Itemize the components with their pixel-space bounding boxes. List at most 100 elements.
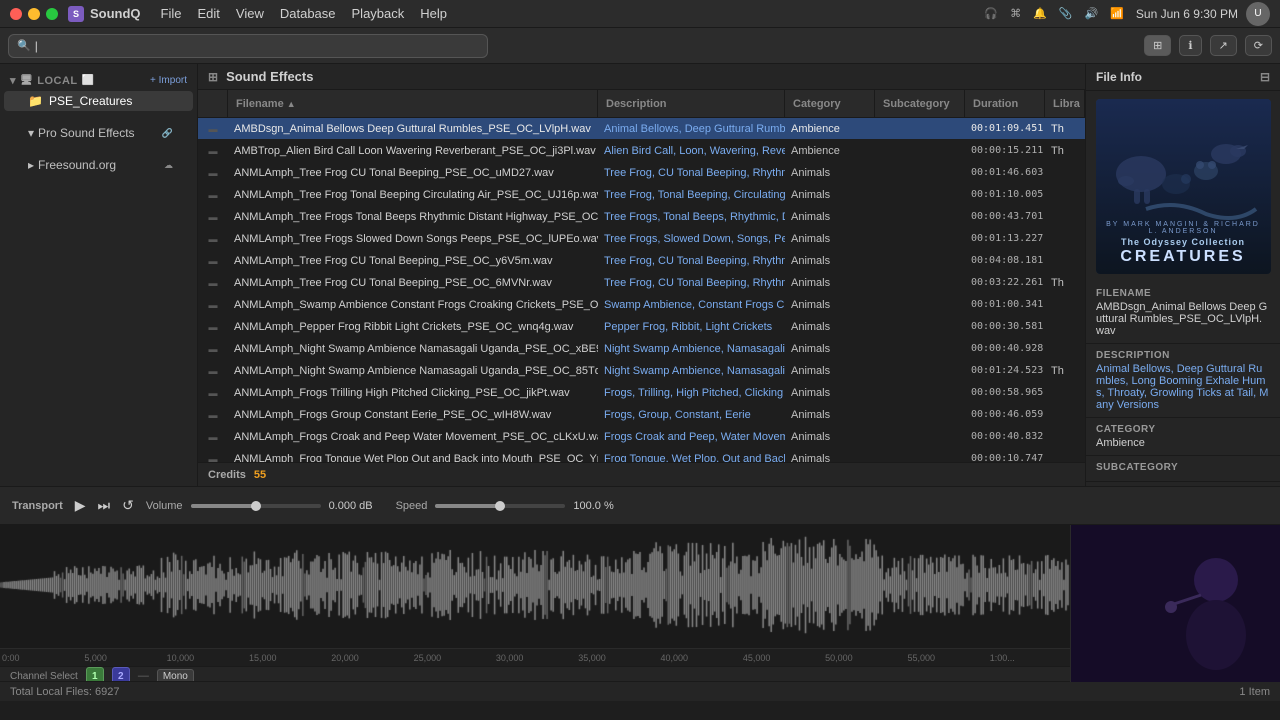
table-row[interactable]: ▬ ANMLAmph_Swamp Ambience Constant Frogs… — [198, 294, 1085, 316]
cell-duration: 00:00:46.059 — [965, 404, 1045, 425]
app-icon: S — [68, 6, 84, 22]
cell-filename: ANMLAmph_Frog Tongue Wet Plop Out and Ba… — [228, 448, 598, 462]
cell-duration: 00:00:30.581 — [965, 316, 1045, 337]
app-name: SoundQ — [90, 6, 141, 21]
credits-count: 55 — [254, 469, 266, 481]
channel-1-button[interactable]: 1 — [86, 667, 104, 681]
import-button[interactable]: ↗ — [1210, 35, 1237, 56]
col-category-header[interactable]: Category — [785, 90, 875, 117]
cell-lib — [1045, 404, 1085, 425]
row-icon: ▬ — [198, 432, 228, 442]
cell-filename: ANMLAmph_Frogs Croak and Peep Water Move… — [228, 426, 598, 447]
table-row[interactable]: ▬ ANMLAmph_Pepper Frog Ribbit Light Cric… — [198, 316, 1085, 338]
import-button[interactable]: + Import — [150, 75, 187, 86]
sidebar-item-label: PSE_Creatures — [49, 94, 132, 108]
volume-label: Volume — [146, 500, 183, 512]
filename-section: Filename AMBDsgn_Animal Bellows Deep Gut… — [1086, 282, 1280, 344]
total-files-label: Total Local Files: 6927 — [10, 686, 119, 698]
mono-button[interactable]: Mono — [157, 669, 194, 682]
menu-playback[interactable]: Playback — [352, 6, 405, 21]
table-row[interactable]: ▬ ANMLAmph_Frogs Croak and Peep Water Mo… — [198, 426, 1085, 448]
grid-view-button[interactable]: ⊞ — [1144, 35, 1171, 56]
cell-category: Animals — [785, 448, 875, 462]
col-duration-header[interactable]: Duration — [965, 90, 1045, 117]
cell-description: Tree Frog, CU Tonal Beeping, Rhythmic Pe… — [598, 162, 785, 183]
row-icon: ▬ — [198, 234, 228, 244]
grid-icon: ⊞ — [208, 70, 218, 84]
table-row[interactable]: ▬ ANMLAmph_Tree Frog CU Tonal Beeping_PS… — [198, 162, 1085, 184]
local-header[interactable]: ▾ 🖥 Local ⬜ + Import — [0, 70, 197, 91]
col-lib-header[interactable]: Libra — [1045, 90, 1085, 117]
play-button[interactable]: ▶ — [75, 497, 86, 514]
volume-slider[interactable] — [191, 504, 321, 508]
close-button[interactable] — [10, 8, 22, 20]
cell-lib: Th — [1045, 360, 1085, 381]
cell-category: Animals — [785, 316, 875, 337]
search-wrapper[interactable]: 🔍 — [8, 34, 488, 58]
sidebar-item-pse-creatures[interactable]: 📁 PSE_Creatures — [4, 91, 193, 111]
speed-thumb[interactable] — [495, 501, 505, 511]
subcategory-section: Subcategory — [1086, 456, 1280, 482]
table-row[interactable]: ▬ ANMLAmph_Frogs Group Constant Eerie_PS… — [198, 404, 1085, 426]
volume-thumb[interactable] — [251, 501, 261, 511]
info-view-button[interactable]: ℹ — [1179, 35, 1201, 56]
table-row[interactable]: ▬ AMBTrop_Alien Bird Call Loon Wavering … — [198, 140, 1085, 162]
menu-file[interactable]: File — [161, 6, 182, 21]
table-row[interactable]: ▬ ANMLAmph_Tree Frogs Tonal Beeps Rhythm… — [198, 206, 1085, 228]
speed-slider[interactable] — [435, 504, 565, 508]
file-list-body[interactable]: ▬ AMBDsgn_Animal Bellows Deep Guttural R… — [198, 118, 1085, 462]
album-creatures-label: CREATURES — [1120, 248, 1245, 266]
waveform-main[interactable]: 0:005,00010,00015,00020,00025,00030,0003… — [0, 525, 1070, 681]
cell-lib — [1045, 426, 1085, 447]
sound-effects-label: Sound Effects — [226, 69, 313, 84]
menu-edit[interactable]: Edit — [198, 6, 220, 21]
freesound-label: Freesound.org — [38, 158, 116, 172]
sort-arrow: ▲ — [287, 99, 296, 109]
time-marker: 5,000 — [82, 653, 164, 663]
loop-button[interactable]: ↺ — [122, 497, 134, 514]
cell-filename: ANMLAmph_Frogs Trilling High Pitched Cli… — [228, 382, 598, 403]
col-subcategory-header[interactable]: Subcategory — [875, 90, 965, 117]
menu-database[interactable]: Database — [280, 6, 336, 21]
next-button[interactable]: ⏭ — [98, 497, 111, 514]
menu-view[interactable]: View — [236, 6, 264, 21]
table-row[interactable]: ▬ ANMLAmph_Night Swamp Ambience Namasaga… — [198, 338, 1085, 360]
table-row[interactable]: ▬ ANMLAmph_Tree Frog CU Tonal Beeping_PS… — [198, 250, 1085, 272]
sidebar-item-freesound[interactable]: ▸ Freesound.org ☁ — [4, 155, 193, 175]
table-row[interactable]: ▬ ANMLAmph_Tree Frog Tonal Beeping Circu… — [198, 184, 1085, 206]
transport-bar: Transport ▶ ⏭ ↺ Volume 0.000 dB Speed 10… — [0, 486, 1280, 524]
table-row[interactable]: ▬ ANMLAmph_Frog Tongue Wet Plop Out and … — [198, 448, 1085, 462]
cell-subcategory — [875, 272, 965, 293]
table-row[interactable]: ▬ ANMLAmph_Night Swamp Ambience Namasaga… — [198, 360, 1085, 382]
cell-duration: 00:01:24.523 — [965, 360, 1045, 381]
sidebar-item-pro-sound[interactable]: ▾ Pro Sound Effects 🔗 — [4, 123, 193, 143]
cell-duration: 00:00:43.701 — [965, 206, 1045, 227]
col-description-header[interactable]: Description — [598, 90, 785, 117]
description-label: Description — [1096, 350, 1270, 361]
search-icon: 🔍 — [17, 39, 31, 52]
waveform-bottom-controls: Channel Select 1 2 — Mono — [0, 666, 1070, 681]
table-row[interactable]: ▬ ANMLAmph_Frogs Trilling High Pitched C… — [198, 382, 1085, 404]
cell-category: Animals — [785, 206, 875, 227]
cell-subcategory — [875, 250, 965, 271]
cell-filename: ANMLAmph_Pepper Frog Ribbit Light Cricke… — [228, 316, 598, 337]
search-input[interactable] — [35, 39, 479, 53]
waveform-canvas[interactable] — [0, 525, 1070, 645]
cell-duration: 00:00:58.965 — [965, 382, 1045, 403]
table-row[interactable]: ▬ ANMLAmph_Tree Frogs Slowed Down Songs … — [198, 228, 1085, 250]
table-row[interactable]: ▬ ANMLAmph_Tree Frog CU Tonal Beeping_PS… — [198, 272, 1085, 294]
minimize-button[interactable] — [28, 8, 40, 20]
channel-2-button[interactable]: 2 — [112, 667, 130, 681]
maximize-button[interactable] — [46, 8, 58, 20]
user-avatar[interactable]: U — [1246, 2, 1270, 26]
col-filename-header[interactable]: Filename ▲ — [228, 90, 598, 117]
description-section: Description Animal Bellows, Deep Guttura… — [1086, 344, 1280, 418]
menu-help[interactable]: Help — [420, 6, 447, 21]
sync-button[interactable]: ⟳ — [1245, 35, 1272, 56]
cell-duration: 00:01:13.227 — [965, 228, 1045, 249]
cell-description: Tree Frog, Tonal Beeping, Circulating Ai… — [598, 184, 785, 205]
row-icon: ▬ — [198, 256, 228, 266]
file-list-header: Filename ▲ Description Category Subcateg… — [198, 90, 1085, 118]
table-row[interactable]: ▬ AMBDsgn_Animal Bellows Deep Guttural R… — [198, 118, 1085, 140]
cell-category: Animals — [785, 404, 875, 425]
